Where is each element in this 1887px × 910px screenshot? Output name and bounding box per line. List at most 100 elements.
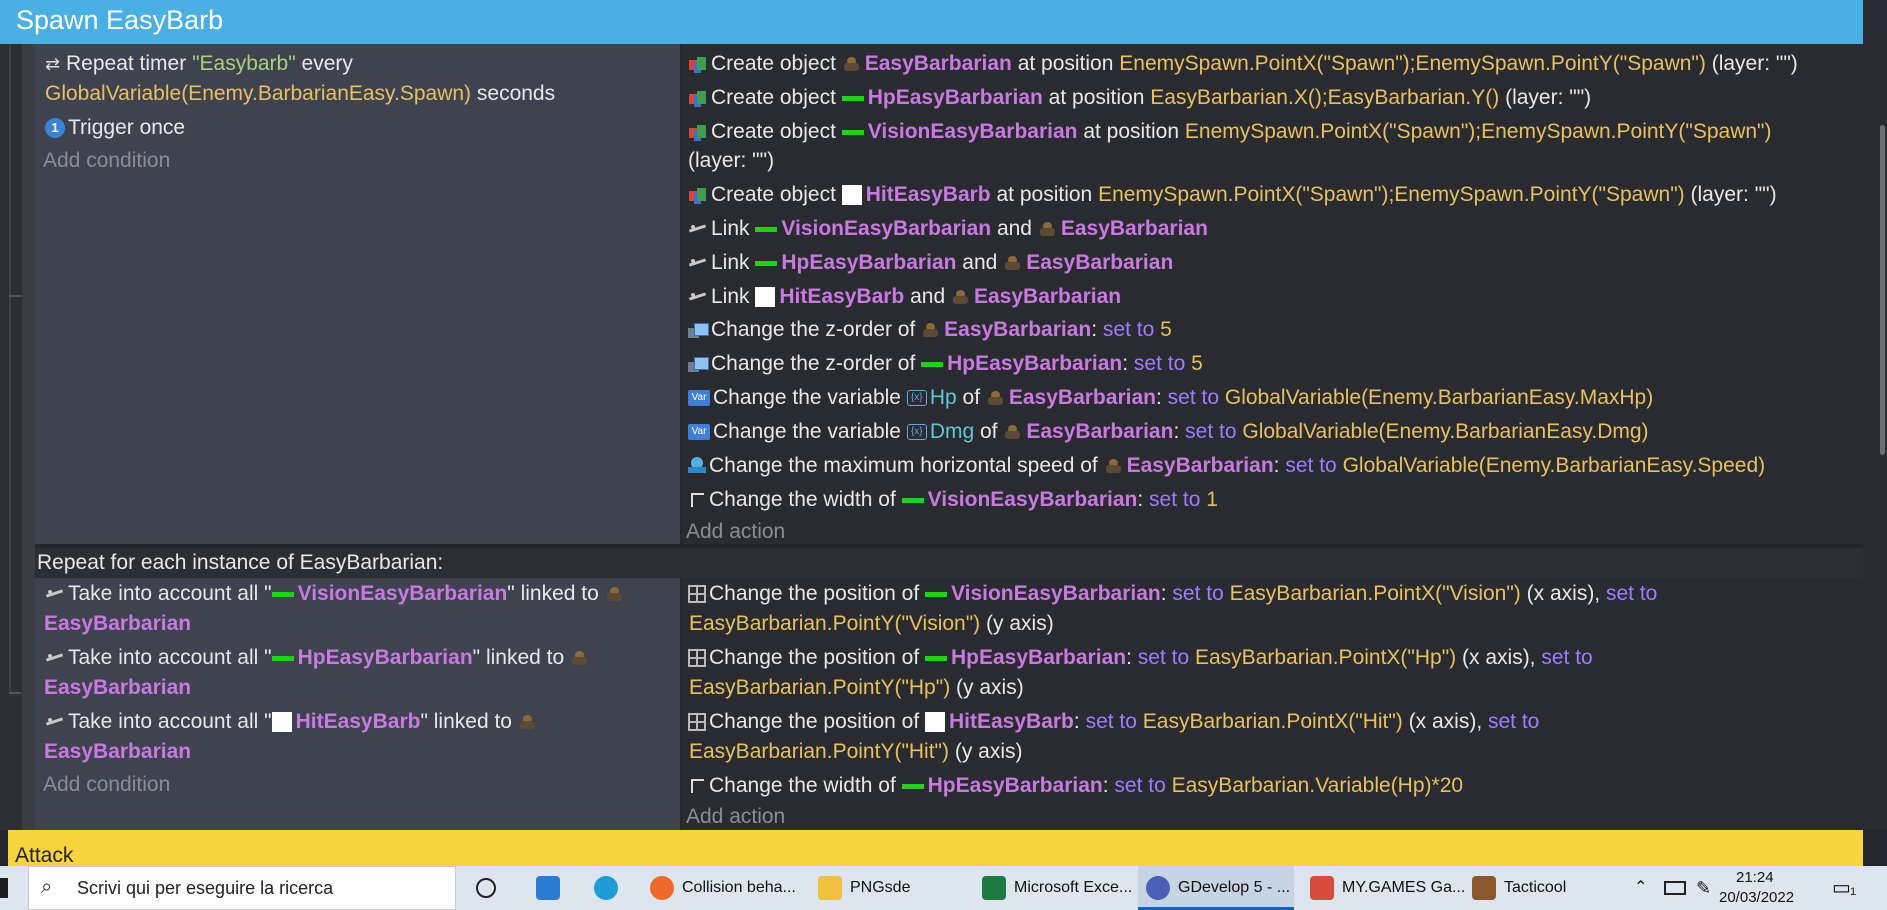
layer-param: (layer: ""): [1690, 183, 1777, 206]
object-name: VisionEasyBarbarian: [297, 582, 508, 605]
and-word: and: [996, 217, 1032, 240]
vscode-icon[interactable]: [536, 866, 568, 910]
taskbar-app-tacticool[interactable]: Tacticool: [1472, 866, 1566, 910]
action-create-easybarbarian[interactable]: Create object EasyBarbarian at position …: [688, 51, 1798, 77]
action-link-hp[interactable]: Link HpEasyBarbarian and EasyBarbarian: [688, 250, 1173, 276]
action-link-hit[interactable]: Link HitEasyBarb and EasyBarbarian: [688, 284, 1121, 310]
action-position-vision[interactable]: Change the position of VisionEasyBarbari…: [688, 581, 1657, 607]
notifications-icon[interactable]: ▭: [1832, 866, 1851, 910]
event1-actions-panel[interactable]: Create object EasyBarbarian at position …: [682, 44, 1863, 544]
for-each-event-header[interactable]: Repeat for each instance of EasyBarbaria…: [35, 548, 1863, 578]
action-create-hpeasybarbarian[interactable]: Create object HpEasyBarbarian at positio…: [688, 85, 1591, 111]
group-header-spawn-easybarb[interactable]: Spawn EasyBarb: [0, 0, 1863, 44]
action-variable-dmg[interactable]: Var Change the variable {x} Dmg of EasyBar…: [688, 419, 1649, 445]
taskbar-app-excel[interactable]: Microsoft Exce...: [982, 866, 1132, 910]
event1-conditions-panel[interactable]: ⇄ Repeat timer "Easybarb" every GlobalVar…: [35, 44, 680, 544]
at-position: at position: [1048, 86, 1145, 109]
condition-verb: Take into account all ": [68, 646, 272, 669]
action-verb: Change the z-order of: [711, 318, 916, 341]
green-bar-sprite-icon: [755, 226, 778, 232]
start-button-edge[interactable]: [0, 878, 8, 898]
operator: set to: [1285, 454, 1337, 477]
add-condition-link[interactable]: Add condition: [43, 148, 170, 174]
action-position-hp-cont[interactable]: EasyBarbarian.PointY("Hp") (y axis): [689, 675, 1024, 701]
app-label: Microsoft Exce...: [1014, 879, 1133, 896]
action-width-vision[interactable]: Change the width of VisionEasyBarbarian:…: [688, 487, 1218, 513]
white-box-sprite-icon: [925, 712, 945, 733]
trigger-once-icon: 1: [45, 118, 65, 139]
position-icon: [688, 585, 706, 604]
condition-trigger-once[interactable]: 1 Trigger once: [45, 115, 185, 141]
condition-repeat-timer-cont[interactable]: GlobalVariable(Enemy.BarbarianEasy.Spawn…: [45, 81, 555, 107]
action-width-hp[interactable]: Change the width of HpEasyBarbarian: set…: [688, 773, 1463, 799]
taskbar-app-gdevelop[interactable]: GDevelop 5 - ...: [1138, 866, 1294, 910]
condition-take-into-account-vision[interactable]: Take into account all " VisionEasyBarbari…: [45, 581, 628, 607]
action-position-hit-cont[interactable]: EasyBarbarian.PointY("Hit") (y axis): [689, 739, 1023, 765]
taskbar-app-mygames[interactable]: MY.GAMES Ga...: [1310, 866, 1465, 910]
trigger-once-label: Trigger once: [68, 116, 186, 139]
barbarian-sprite-icon: [605, 586, 625, 602]
search-placeholder: Scrivi qui per eseguire la ricerca: [77, 878, 334, 898]
condition-take-into-account-hit[interactable]: Take into account all " HitEasyBarb" link…: [45, 709, 541, 735]
x-expr: EasyBarbarian.PointX("Hit"): [1142, 710, 1403, 733]
action-create-hiteasybarb[interactable]: Create object HitEasyBarb at position En…: [688, 182, 1777, 208]
operator: set to: [1114, 774, 1166, 797]
action-position-hit[interactable]: Change the position of HitEasyBarb: set …: [688, 709, 1539, 735]
link-icon: [45, 716, 65, 728]
event2-conditions-panel[interactable]: Take into account all " VisionEasyBarbari…: [35, 578, 680, 830]
edge-icon[interactable]: [594, 866, 626, 910]
scrollbar-thumb[interactable]: [1880, 125, 1885, 455]
condition-take-into-account-hit-cont[interactable]: EasyBarbarian: [44, 739, 191, 765]
action-zorder-hpeasybarbarian[interactable]: Change the z-order of HpEasyBarbarian: s…: [688, 351, 1203, 377]
action-create-visioneasybarbarian-cont[interactable]: (layer: ""): [688, 148, 774, 174]
barbarian-sprite-icon: [842, 56, 862, 72]
pen-icon[interactable]: ✎: [1696, 866, 1711, 910]
and-word: and: [910, 285, 946, 308]
add-action-link[interactable]: Add action: [686, 519, 785, 545]
y-axis-label: (y axis): [986, 612, 1054, 635]
action-variable-hp[interactable]: Var Change the variable {x} Hp of EasyBarb…: [688, 385, 1653, 411]
value: GlobalVariable(Enemy.BarbarianEasy.Dmg): [1242, 420, 1649, 443]
operator: set to: [1167, 386, 1220, 409]
create-object-icon: [688, 123, 708, 141]
variable-name: Hp: [929, 386, 957, 409]
layer-param: (layer: ""): [1505, 86, 1592, 109]
show-hidden-icons-chevron-icon[interactable]: ⌃: [1634, 866, 1647, 910]
taskbar-search-box[interactable]: ⌕ Scrivi qui per eseguire la ricerca: [28, 866, 456, 910]
object-name: EasyBarbarian: [1008, 386, 1156, 409]
clock-time[interactable]: 21:24: [1736, 868, 1774, 888]
battery-icon[interactable]: [1664, 866, 1686, 910]
condition-take-into-account-hp-cont[interactable]: EasyBarbarian: [44, 675, 191, 701]
add-action-link[interactable]: Add action: [686, 804, 785, 830]
of-word: of: [962, 386, 981, 409]
platformer-behavior-icon: [688, 457, 706, 475]
action-verb: Create object: [711, 183, 836, 206]
value: 5: [1160, 318, 1172, 341]
layer-param: (layer: ""): [688, 149, 775, 172]
group-header-attack[interactable]: Attack: [8, 830, 1863, 866]
condition-take-into-account-hp[interactable]: Take into account all " HpEasyBarbarian" …: [45, 645, 593, 671]
white-box-sprite-icon: [755, 287, 776, 308]
object-name: HpEasyBarbarian: [781, 251, 957, 274]
link-icon: [688, 257, 708, 269]
action-zorder-easybarbarian[interactable]: Change the z-order of EasyBarbarian: set…: [688, 317, 1172, 343]
action-max-speed[interactable]: Change the maximum horizontal speed of E…: [688, 453, 1765, 479]
action-position-vision-cont[interactable]: EasyBarbarian.PointY("Vision") (y axis): [689, 611, 1054, 637]
object-name: HpEasyBarbarian: [297, 646, 473, 669]
left-gutter: [0, 44, 22, 830]
action-create-visioneasybarbarian[interactable]: Create object VisionEasyBarbarian at pos…: [688, 119, 1772, 145]
action-link-vision[interactable]: Link VisionEasyBarbarian and EasyBarbari…: [688, 216, 1208, 242]
add-condition-link[interactable]: Add condition: [43, 772, 170, 798]
taskbar-app-folder[interactable]: PNGsde: [818, 866, 910, 910]
condition-take-into-account-vision-cont[interactable]: EasyBarbarian: [44, 611, 191, 637]
action-position-hp[interactable]: Change the position of HpEasyBarbarian: …: [688, 645, 1593, 671]
taskbar-app-firefox[interactable]: Collision beha...: [650, 866, 796, 910]
position-expr: EnemySpawn.PointX("Spawn");EnemySpawn.Po…: [1119, 52, 1706, 75]
green-bar-sprite-icon: [841, 129, 864, 135]
condition-repeat-timer[interactable]: ⇄ Repeat timer "Easybarb" every: [45, 51, 353, 77]
task-view-icon[interactable]: [476, 866, 500, 910]
event2-actions-panel[interactable]: Change the position of VisionEasyBarbari…: [682, 578, 1863, 830]
app-label: PNGsde: [850, 879, 911, 896]
position-expr: EnemySpawn.PointX("Spawn");EnemySpawn.Po…: [1098, 183, 1685, 206]
clock-date[interactable]: 20/03/2022: [1719, 888, 1794, 908]
